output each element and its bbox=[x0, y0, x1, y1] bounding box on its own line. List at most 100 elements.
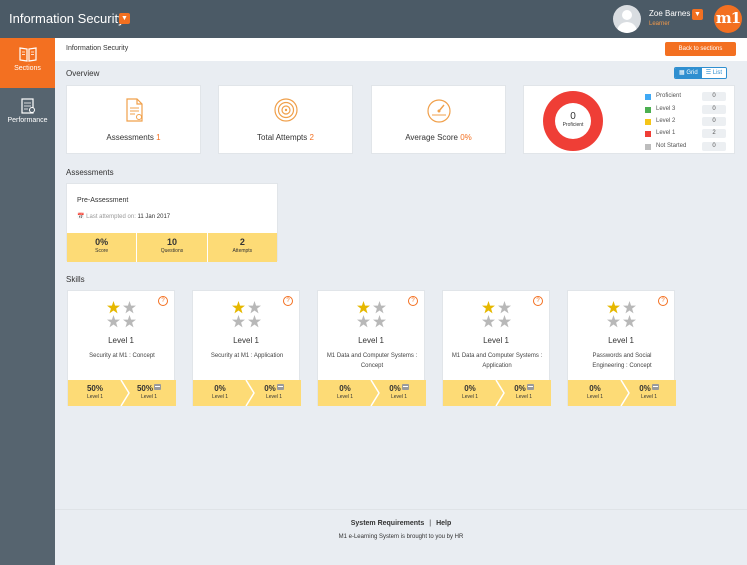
star-empty-icon bbox=[482, 315, 495, 328]
assessment-card[interactable]: Pre-Assessment 📅 Last attempted on: 11 J… bbox=[66, 183, 278, 262]
sidebar-item-label: Performance bbox=[7, 117, 48, 124]
list-view-button[interactable]: ☰ List bbox=[701, 68, 727, 78]
skill-start-level: 0% Level 1 bbox=[211, 384, 229, 400]
skill-start-level: 50% Level 1 bbox=[86, 384, 104, 400]
skill-current-level: 50% Level 1 bbox=[122, 380, 176, 406]
sidebar-item-sections[interactable]: Sections bbox=[0, 38, 55, 88]
legend-not-started: Not Started 0 bbox=[645, 142, 726, 153]
view-toggle: ▦ Grid ☰ List bbox=[674, 67, 728, 79]
sidebar-item-performance[interactable]: Performance bbox=[0, 90, 55, 140]
legend-level-2: Level 20 bbox=[645, 117, 726, 128]
assessment-score: 0% Score bbox=[67, 233, 138, 262]
app-menu-chevron-icon[interactable]: ▼ bbox=[119, 13, 130, 24]
skill-current-level: 0% Level 1 bbox=[264, 384, 284, 400]
skill-card[interactable]: ? Level 1 M1 Data and Computer Systems :… bbox=[442, 290, 551, 406]
overview-title: Overview bbox=[66, 69, 100, 78]
calendar-icon: 📅 bbox=[77, 214, 85, 220]
skill-progress: 0% Level 1 0% Level 1 bbox=[568, 380, 676, 406]
breadcrumb: Information Security bbox=[66, 45, 129, 52]
star-empty-icon bbox=[373, 301, 386, 314]
footer: System Requirements | Help M1 e-Learning S… bbox=[55, 509, 747, 565]
proficiency-donut: 0 Proficient bbox=[543, 91, 603, 151]
star-empty-icon bbox=[498, 301, 511, 314]
help-icon[interactable]: ? bbox=[533, 296, 543, 306]
help-icon[interactable]: ? bbox=[283, 296, 293, 306]
star-filled-icon bbox=[607, 301, 620, 314]
help-link[interactable]: Help bbox=[436, 520, 451, 527]
star-empty-icon bbox=[498, 315, 511, 328]
skill-start-level: 0% Level 1 bbox=[336, 384, 354, 400]
skill-progress: 0% Level 1 0% Level 1 bbox=[318, 380, 426, 406]
help-icon[interactable]: ? bbox=[408, 296, 418, 306]
user-role: Learner bbox=[649, 21, 670, 27]
skill-card[interactable]: ? Level 1 Security at M1 : Application 0… bbox=[192, 290, 301, 406]
breadcrumb-bar: Information Security Back to sections bbox=[55, 38, 747, 61]
star-empty-icon bbox=[232, 315, 245, 328]
legend-level-1: Level 12 bbox=[645, 129, 726, 140]
stat-card-assessments: Assessments 1 bbox=[66, 85, 201, 154]
assessment-name: Pre-Assessment bbox=[77, 197, 129, 204]
skill-level: Level 1 bbox=[233, 336, 259, 345]
proficiency-card: 0 Proficient Proficient 0 Level 30 Level … bbox=[523, 85, 735, 154]
star-empty-icon bbox=[107, 315, 120, 328]
avatar[interactable] bbox=[613, 5, 641, 33]
skill-card[interactable]: ? Level 1 M1 Data and Computer Systems :… bbox=[317, 290, 426, 406]
stat-card-attempts: Total Attempts 2 bbox=[218, 85, 353, 154]
help-icon[interactable]: ? bbox=[658, 296, 668, 306]
skill-current-level: 0% Level 1 bbox=[389, 384, 409, 400]
minus-icon bbox=[154, 384, 161, 390]
star-empty-icon bbox=[123, 315, 136, 328]
minus-icon bbox=[651, 384, 659, 390]
donut-value: 0 bbox=[570, 111, 576, 122]
skill-card[interactable]: ? Level 1 Security at M1 : Concept 50% Le… bbox=[67, 290, 176, 406]
footer-links: System Requirements | Help bbox=[350, 520, 452, 527]
stat-average-score: Average Score 0% bbox=[405, 133, 472, 142]
system-requirements-link[interactable]: System Requirements bbox=[351, 520, 425, 527]
help-icon[interactable]: ? bbox=[158, 296, 168, 306]
skill-name: M1 Data and Computer Systems : Concept bbox=[326, 353, 418, 369]
stat-total-attempts: Total Attempts 2 bbox=[257, 133, 314, 142]
skill-level: Level 1 bbox=[608, 336, 634, 345]
skill-stars bbox=[107, 301, 136, 328]
grid-view-button[interactable]: ▦ Grid bbox=[675, 68, 702, 78]
minus-icon bbox=[526, 384, 534, 390]
skill-stars bbox=[482, 301, 511, 328]
skill-level: Level 1 bbox=[108, 336, 134, 345]
skill-start-level: 0% Level 1 bbox=[586, 384, 604, 400]
skill-name: Passwords and Social Engineering : Conce… bbox=[592, 353, 652, 369]
star-empty-icon bbox=[248, 315, 261, 328]
star-empty-icon bbox=[248, 301, 261, 314]
target-icon bbox=[273, 98, 298, 122]
skill-card[interactable]: ? Level 1 Passwords and Social Engineeri… bbox=[567, 290, 676, 406]
skill-current-level: 0% Level 1 bbox=[639, 384, 659, 400]
star-empty-icon bbox=[623, 301, 636, 314]
assessment-stats: 0% Score 10 Questions 2 Attempts bbox=[67, 233, 277, 262]
skill-start-level: 0% Level 1 bbox=[461, 384, 479, 400]
document-icon bbox=[125, 98, 143, 122]
skill-level: Level 1 bbox=[483, 336, 509, 345]
skill-progress: 0% Level 1 0% Level 1 bbox=[443, 380, 551, 406]
star-empty-icon bbox=[607, 315, 620, 328]
star-filled-icon bbox=[482, 301, 495, 314]
skill-progress: 0% Level 1 0% Level 1 bbox=[193, 380, 301, 406]
skill-progress: 50% Level 1 50% Level 1 bbox=[68, 380, 176, 406]
skill-stars bbox=[232, 301, 261, 328]
skill-stars bbox=[357, 301, 386, 328]
star-filled-icon bbox=[357, 301, 370, 314]
footer-note: M1 e-Learning System is brought to you b… bbox=[338, 534, 464, 540]
user-name[interactable]: Zoe Barnes bbox=[649, 9, 690, 18]
stat-card-average-score: Average Score 0% bbox=[371, 85, 506, 154]
user-menu-chevron-icon[interactable]: ▼ bbox=[692, 9, 703, 20]
assessment-questions: 10 Questions bbox=[137, 233, 208, 262]
book-icon bbox=[18, 47, 37, 62]
star-empty-icon bbox=[623, 315, 636, 328]
star-filled-icon bbox=[232, 301, 245, 314]
sidebar: Sections Performance bbox=[0, 38, 55, 565]
app-title: Information Security bbox=[9, 11, 125, 26]
gauge-icon bbox=[426, 99, 451, 123]
back-to-sections-button[interactable]: Back to sections bbox=[665, 42, 736, 56]
assessment-last-attempted: 📅 Last attempted on: 11 Jan 2017 bbox=[77, 214, 171, 220]
skills-title: Skills bbox=[66, 275, 85, 284]
sidebar-item-label: Sections bbox=[14, 65, 41, 72]
report-icon bbox=[20, 98, 35, 114]
